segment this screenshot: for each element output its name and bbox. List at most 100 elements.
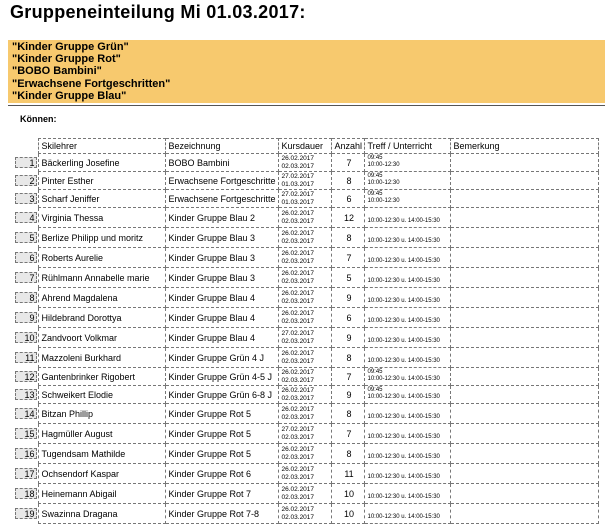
- remark-cell: [449, 307, 599, 328]
- participant-count: 5: [330, 267, 365, 288]
- row-number-cell: 19: [12, 504, 38, 524]
- lesson-time: 10:00-12:30 u. 14:00-15:30: [367, 453, 440, 460]
- end-date: 02.03.2017: [281, 317, 315, 325]
- course-name: Kinder Gruppe Blau 3: [164, 247, 279, 268]
- course-duration: 27.02.2017 02.03.2017: [277, 327, 332, 348]
- row-number-cell: 14: [12, 404, 38, 424]
- end-date: 02.03.2017: [281, 237, 315, 245]
- start-date: 27.02.2017: [281, 330, 315, 338]
- instructor-name: Gantenbrinker Rigobert: [37, 367, 166, 386]
- course-name: Kinder Gruppe Rot 6: [164, 463, 279, 484]
- remark-cell: [449, 327, 599, 348]
- participant-count: 8: [330, 347, 365, 368]
- meeting-time: 10:00-12:30 u. 14:00-15:30: [363, 463, 451, 484]
- end-date: 02.03.2017: [281, 473, 315, 481]
- end-date: 02.03.2017: [281, 453, 315, 461]
- start-date: 26.02.2017: [281, 230, 315, 238]
- participant-count: 9: [330, 287, 365, 308]
- meeting-time: 10:00-12:30 u. 14:00-15:30: [363, 287, 451, 308]
- row-number-cell: 12: [12, 368, 38, 386]
- table-row: 18 Heinemann Abigail Kinder Gruppe Rot 7 26…: [12, 483, 599, 504]
- participant-count: 7: [330, 367, 365, 386]
- participant-count: 8: [330, 171, 365, 190]
- participant-count: 7: [330, 247, 365, 268]
- start-date: 26.02.2017: [281, 506, 315, 514]
- end-date: 02.03.2017: [281, 376, 315, 384]
- end-date: 02.03.2017: [281, 513, 315, 521]
- row-number: 17: [14, 468, 37, 479]
- table-row: 10 Zandvoort Volkmar Kinder Gruppe Blau 42…: [12, 327, 599, 348]
- meeting-time: 09:45 10:00-12:30: [363, 171, 451, 190]
- remark-cell: [449, 287, 599, 308]
- row-number: 10: [14, 332, 37, 343]
- course-name: Erwachsene Fortgeschritte: [164, 189, 279, 208]
- course-duration: 26.02.2017 02.03.2017: [277, 227, 332, 248]
- table-row: 8 Ahrend Magdalena Kinder Gruppe Blau 4 26.…: [12, 287, 599, 308]
- lesson-time: 10:00-12:30: [367, 162, 400, 169]
- row-number: 18: [14, 488, 37, 499]
- row-number-cell: 11: [12, 348, 38, 368]
- instructor-name: Rühlmann Annabelle marie: [37, 267, 166, 288]
- end-date: 02.03.2017: [281, 217, 315, 225]
- row-number: 7: [14, 272, 37, 283]
- instructor-name: Hagmüller August: [37, 423, 166, 444]
- course-duration: 26.02.2017 02.03.2017: [277, 267, 332, 288]
- course-duration: 27.02.2017 02.03.2017: [277, 423, 332, 444]
- meeting-time: 10:00-12:30 u. 14:00-15:30: [363, 403, 451, 424]
- table-row: 19 Swazinna Dragana Kinder Gruppe Rot 7-8 2…: [12, 503, 599, 524]
- participant-count: 8: [330, 227, 365, 248]
- start-date: 26.02.2017: [281, 486, 315, 494]
- remark-cell: [449, 207, 599, 228]
- row-number: 3: [14, 193, 37, 204]
- table-row: 1 Bäckerling Josefine BOBO Bambini 26.02.20…: [12, 153, 599, 172]
- course-name: Kinder Gruppe Blau 3: [164, 267, 279, 288]
- header-kursdauer: Kursdauer: [277, 138, 332, 154]
- start-date: 26.02.2017: [281, 310, 315, 318]
- instructor-name: Mazzoleni Burkhard: [37, 347, 166, 368]
- group-name: "Kinder Gruppe Rot": [12, 53, 121, 66]
- course-duration: 26.02.2017 02.03.2017: [277, 347, 332, 368]
- header-treff: Treff / Unterricht: [363, 138, 451, 154]
- instructor-name: Pinter Esther: [37, 171, 166, 190]
- row-number-cell: 3: [12, 190, 38, 208]
- row-number-cell: 6: [12, 248, 38, 268]
- row-number: 12: [14, 371, 37, 382]
- remark-cell: [449, 385, 599, 404]
- separator-line: [8, 105, 605, 106]
- participant-count: 6: [330, 307, 365, 328]
- header-spacer: [12, 139, 38, 154]
- course-name: Kinder Gruppe Grün 4-5 J: [164, 367, 279, 386]
- course-duration: 26.02.2017 02.03.2017: [277, 463, 332, 484]
- meeting-time: 09:45 10:00-12:30: [363, 189, 451, 208]
- start-date: 26.02.2017: [281, 155, 315, 163]
- meeting-time: 10:00-12:30 u. 14:00-15:30: [363, 227, 451, 248]
- meeting-time: 09:45 10:00-12:30: [363, 153, 451, 172]
- course-duration: 27.02.2017 01.03.2017: [277, 189, 332, 208]
- end-date: 02.03.2017: [281, 277, 315, 285]
- meeting-time: 10:00-12:30 u. 14:00-15:30: [363, 267, 451, 288]
- participant-count: 9: [330, 385, 365, 404]
- end-date: 01.03.2017: [281, 198, 315, 206]
- table-row: 4 Virginia Thessa Kinder Gruppe Blau 2 26.0…: [12, 207, 599, 228]
- table-row: 13 Schweikert Elodie Kinder Gruppe Grün 6-…: [12, 385, 599, 404]
- meeting-time: 09:45 10:00-12:30 u. 14:00-15:30: [363, 367, 451, 386]
- instructor-name: Schweikert Elodie: [37, 385, 166, 404]
- instructor-name: Bitzan Phillip: [37, 403, 166, 424]
- meeting-time: 10:00-12:30 u. 14:00-15:30: [363, 483, 451, 504]
- instructor-name: Ochsendorf Kaspar: [37, 463, 166, 484]
- instructor-name: Virginia Thessa: [37, 207, 166, 228]
- lesson-time: 10:00-12:30 u. 14:00-15:30: [367, 513, 440, 520]
- row-number-cell: 10: [12, 328, 38, 348]
- course-name: Kinder Gruppe Rot 5: [164, 403, 279, 424]
- participant-count: 6: [330, 189, 365, 208]
- lesson-time: 10:00-12:30 u. 14:00-15:30: [367, 394, 440, 401]
- remark-cell: [449, 443, 599, 464]
- lesson-time: 10:00-12:30 u. 14:00-15:30: [367, 433, 440, 440]
- remark-cell: [449, 267, 599, 288]
- meeting-time: 10:00-12:30 u. 14:00-15:30: [363, 347, 451, 368]
- header-anzahl: Anzahl: [330, 138, 365, 154]
- row-number-cell: 1: [12, 154, 38, 172]
- lesson-time: 10:00-12:30 u. 14:00-15:30: [367, 493, 440, 500]
- row-number-cell: 13: [12, 386, 38, 404]
- table-row: 15 Hagmüller August Kinder Gruppe Rot 5 27.…: [12, 423, 599, 444]
